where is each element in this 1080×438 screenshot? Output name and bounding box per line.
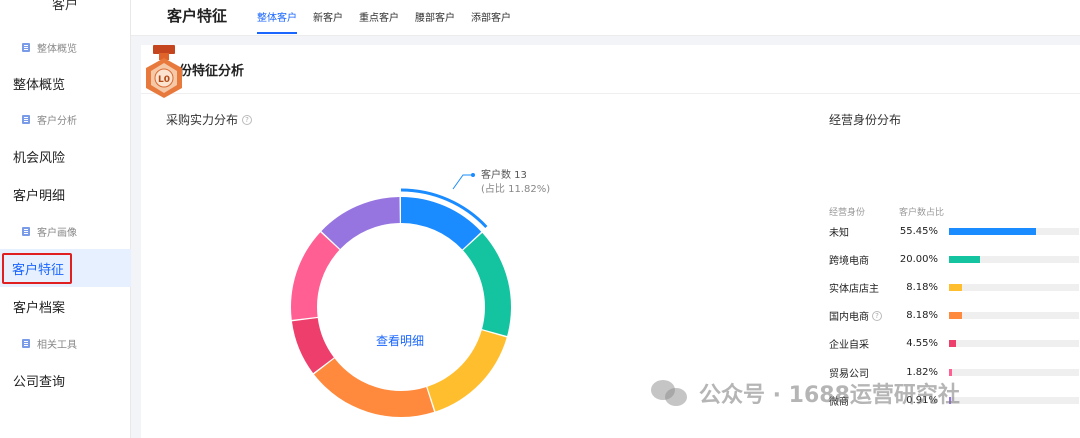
section-label: 采购实力分布 [166, 113, 239, 127]
business-identity-section-title: 经营身份分布 [829, 113, 902, 127]
share-bar-fill [949, 255, 981, 263]
share-bar-fill [949, 227, 1036, 235]
tab-mid-customers[interactable]: 腰部客户 [415, 0, 455, 36]
tab-new-customers[interactable]: 新客户 [313, 0, 343, 36]
tab-bar: 整体客户 新客户 重点客户 腰部客户 添部客户 [257, 0, 511, 36]
sidebar-item-customer-archive[interactable]: 客户档案 [0, 287, 131, 325]
share-bar-track [949, 227, 1079, 235]
view-details-link[interactable]: 查看明细 [376, 332, 424, 349]
sidebar-group-label: 相关工具 [37, 339, 77, 351]
identity-share: 8.18% [906, 281, 938, 293]
medal-badge-icon[interactable]: L0 [141, 45, 187, 101]
share-bar-fill [949, 368, 952, 376]
sidebar-item-customer-features[interactable]: 客户特征 [0, 249, 131, 287]
identity-name: 实体店店主 [829, 280, 885, 295]
watermark-text: 公众号 · 1688运营研究社 [699, 383, 960, 408]
share-bar-track [949, 255, 1079, 263]
document-icon [22, 226, 30, 236]
identity-name-text: 企业自采 [829, 340, 869, 352]
watermark: 公众号 · 1688运营研究社 [651, 377, 960, 409]
tab-all-customers[interactable]: 整体客户 [257, 0, 297, 36]
identity-name: 企业自采 [829, 336, 885, 351]
sidebar-item-label: 整体概览 [13, 77, 66, 93]
identity-name-text: 未知 [829, 227, 849, 239]
sidebar-item-label: 公司查询 [13, 374, 66, 390]
share-bar-fill [949, 312, 962, 320]
identity-row: 企业自采 4.55% [829, 334, 1080, 354]
identity-share: 20.00% [899, 253, 938, 265]
identity-share: 1.82% [906, 366, 938, 378]
column-header-share: 客户数占比 [899, 208, 945, 218]
identity-row: 实体店店主 8.18% [829, 277, 1080, 297]
wechat-logo-icon [651, 378, 689, 408]
medal-level-label: L0 [158, 75, 170, 85]
sidebar-section-title: 客户 [51, 0, 78, 13]
identity-name: 跨境电商 [829, 252, 885, 267]
document-icon [22, 114, 30, 124]
identity-share: 4.55% [906, 338, 938, 350]
sidebar-item-label: 客户特征 [2, 252, 73, 284]
identity-share: 8.18% [906, 310, 938, 322]
sidebar-group-overview: 整体概览 [0, 32, 131, 62]
page-header: 客户特征 整体客户 新客户 重点客户 腰部客户 添部客户 [131, 0, 1080, 36]
share-bar-track [949, 283, 1079, 291]
sidebar-group-tools: 相关工具 [0, 328, 131, 358]
sidebar: 客户 整体概览 整体概览 客户分析 机会风险 客户明细 客户画像 客户特征 客户… [0, 0, 131, 438]
sidebar-group-label: 整体概览 [37, 43, 77, 55]
page-title: 客户特征 [167, 7, 228, 25]
share-bar-track [949, 396, 1079, 404]
column-header-identity: 经营身份 [829, 208, 866, 218]
help-icon[interactable]: ? [872, 310, 882, 321]
share-bar-track [949, 340, 1079, 348]
identity-name-text: 国内电商 [829, 312, 869, 324]
help-icon[interactable]: ? [242, 114, 253, 125]
share-bar-track [949, 312, 1079, 320]
sidebar-group-customer-profile: 客户画像 [0, 216, 131, 246]
sidebar-item-label: 机会风险 [13, 150, 66, 166]
sidebar-item-label: 客户明细 [13, 188, 66, 204]
bar-list-header: 经营身份 客户数占比 [829, 205, 944, 218]
document-icon [22, 338, 30, 348]
sidebar-item-overview[interactable]: 整体概览 [0, 64, 131, 102]
identity-row: 未知 55.45% [829, 221, 1080, 241]
share-bar-track [949, 368, 1079, 376]
document-icon [22, 42, 30, 52]
identity-row: 跨境电商 20.00% [829, 249, 1080, 269]
identity-row: 国内电商? 8.18% [829, 306, 1080, 326]
divider [141, 93, 1080, 94]
tab-key-customers[interactable]: 重点客户 [359, 0, 399, 36]
identity-name: 国内电商? [829, 308, 885, 323]
identity-name-text: 跨境电商 [829, 255, 869, 267]
tab-tail-customers[interactable]: 添部客户 [471, 0, 511, 36]
identity-name: 未知 [829, 224, 885, 239]
identity-share: 55.45% [899, 225, 938, 237]
sidebar-group-customer-analysis: 客户分析 [0, 104, 131, 134]
purchase-power-section-title: 采购实力分布 ? [166, 111, 253, 128]
sidebar-group-label: 客户分析 [37, 115, 77, 127]
share-bar-fill [949, 340, 957, 348]
sidebar-item-customer-detail[interactable]: 客户明细 [0, 175, 131, 213]
identity-name-text: 实体店店主 [829, 283, 879, 295]
sidebar-item-label: 客户档案 [13, 300, 66, 316]
sidebar-group-label: 客户画像 [37, 227, 77, 239]
share-bar-fill [949, 283, 962, 291]
sidebar-item-opportunity-risk[interactable]: 机会风险 [0, 137, 131, 175]
sidebar-item-company-search[interactable]: 公司查询 [0, 361, 131, 399]
